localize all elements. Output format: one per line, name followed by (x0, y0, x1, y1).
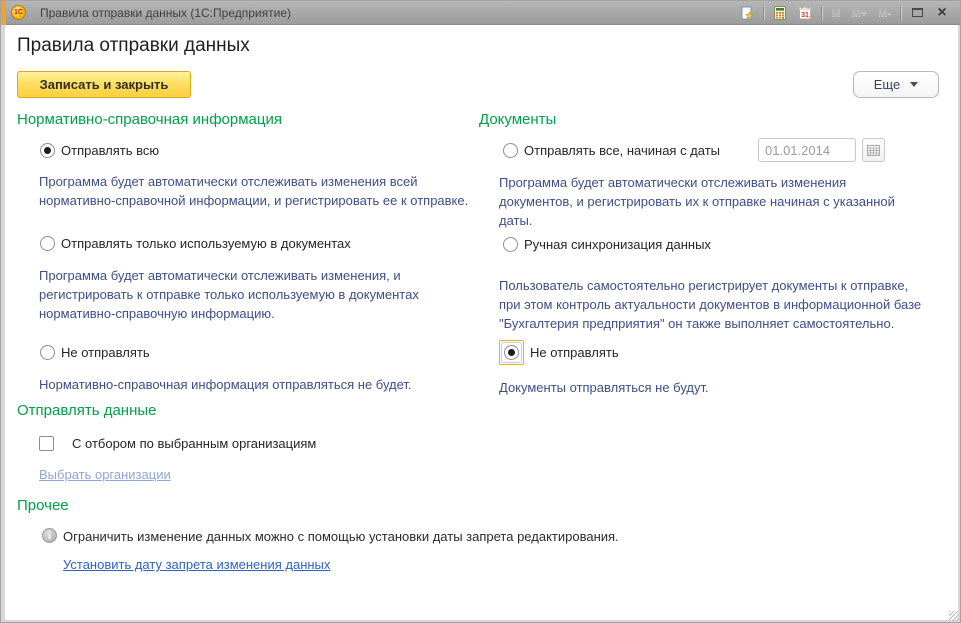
page-title: Правила отправки данных (17, 35, 250, 57)
radio-nsi-send-all[interactable]: Отправлять всю (40, 143, 159, 158)
radio-button-icon[interactable] (504, 345, 519, 360)
memory-plus-button: M+ (850, 7, 870, 19)
calendar-icon[interactable]: 31 (796, 4, 814, 22)
section-heading-other: Прочее (17, 497, 69, 514)
1c-logo-icon: 1С (11, 5, 26, 20)
title-bar: 1С Правила отправки данных (1С:Предприят… (1, 1, 960, 25)
section-heading-send-data: Отправлять данные (17, 402, 156, 419)
window-title: Правила отправки данных (1С:Предприятие) (40, 6, 291, 20)
titlebar-separator (821, 6, 822, 20)
restriction-info-text: Ограничить изменение данных можно с помо… (63, 529, 619, 544)
checkbox-label: С отбором по выбранным организациям (72, 436, 316, 451)
close-icon: × (937, 5, 946, 21)
radio-label: Отправлять все, начиная с даты (524, 143, 720, 158)
titlebar-separator (763, 6, 764, 20)
description-line: Программа будет автоматически отслеживат… (39, 266, 419, 285)
description-line: нормативно-справочную информацию. (39, 304, 419, 323)
select-organizations-link[interactable]: Выбрать организации (39, 467, 171, 482)
description-line: при этом контроль актуальности документо… (499, 295, 921, 314)
description-line: Нормативно-справочная информация отправл… (39, 375, 412, 394)
titlebar-controls: 31 M M+ M- × (738, 4, 960, 22)
description-line: даты. (499, 211, 895, 230)
resize-grip[interactable] (949, 611, 959, 621)
save-and-close-button[interactable]: Записать и закрыть (17, 71, 191, 98)
radio-button-icon[interactable] (40, 236, 55, 251)
radio-label: Отправлять всю (61, 143, 159, 158)
svg-text:31: 31 (802, 12, 810, 19)
radio-docs-do-not-send[interactable]: Не отправлять (499, 340, 619, 365)
favorites-icon[interactable] (738, 4, 756, 22)
description-docs-send-from-date: Программа будет автоматически отслеживат… (499, 173, 895, 230)
section-heading-reference-data: Нормативно-справочная информация (17, 111, 282, 128)
radio-button-icon[interactable] (40, 345, 55, 360)
radio-label: Отправлять только используемую в докумен… (61, 236, 351, 251)
description-nsi-do-not-send: Нормативно-справочная информация отправл… (39, 375, 412, 394)
focus-ring (499, 340, 524, 365)
description-line: Документы отправляться не будут. (499, 378, 709, 397)
description-line: Программа будет автоматически отслеживат… (499, 173, 895, 192)
radio-nsi-do-not-send[interactable]: Не отправлять (40, 345, 150, 360)
chevron-down-icon (910, 82, 918, 87)
date-picker-button[interactable] (862, 138, 885, 162)
memory-recall-button: M (829, 7, 842, 19)
logo-text: 1С (14, 9, 23, 16)
radio-nsi-send-used-only[interactable]: Отправлять только используемую в докумен… (40, 236, 351, 251)
start-date-input[interactable] (758, 138, 856, 162)
checkbox-icon[interactable] (39, 436, 54, 451)
description-line: "Бухгалтерия предприятия" он также выпол… (499, 314, 921, 333)
radio-button-icon[interactable] (503, 143, 518, 158)
maximize-button[interactable] (908, 4, 926, 22)
accent-strip (1, 1, 6, 25)
description-nsi-send-all: Программа будет автоматически отслеживат… (39, 172, 468, 210)
calendar-grid-icon (867, 145, 880, 156)
radio-button-icon[interactable] (40, 143, 55, 158)
description-nsi-send-used-only: Программа будет автоматически отслеживат… (39, 266, 419, 323)
set-restriction-date-link[interactable]: Установить дату запрета изменения данных (63, 557, 330, 572)
close-button[interactable]: × (933, 4, 951, 22)
app-window: 1С Правила отправки данных (1С:Предприят… (0, 0, 961, 623)
description-line: нормативно-справочной информации, и реги… (39, 191, 468, 210)
radio-docs-send-all-from-date[interactable]: Отправлять все, начиная с даты (503, 143, 720, 158)
radio-label: Не отправлять (61, 345, 150, 360)
radio-label: Не отправлять (530, 345, 619, 360)
titlebar-separator (900, 6, 901, 20)
info-icon: i (42, 528, 57, 543)
radio-button-icon[interactable] (503, 237, 518, 252)
description-docs-manual-sync: Пользователь самостоятельно регистрирует… (499, 276, 921, 333)
radio-label: Ручная синхронизация данных (524, 237, 711, 252)
maximize-icon (912, 8, 923, 17)
memory-minus-button: M- (876, 7, 893, 19)
focus-ring-inner (501, 342, 522, 363)
more-button-label: Еще (874, 77, 900, 92)
description-line: регистрировать к отправке только использ… (39, 285, 419, 304)
description-line: Программа будет автоматически отслеживат… (39, 172, 468, 191)
section-heading-documents: Документы (479, 111, 556, 128)
radio-docs-manual-sync[interactable]: Ручная синхронизация данных (503, 237, 711, 252)
form-content: Правила отправки данных Записать и закры… (5, 25, 958, 620)
calculator-icon[interactable] (771, 4, 789, 22)
more-button[interactable]: Еще (853, 71, 939, 98)
description-line: Пользователь самостоятельно регистрирует… (499, 276, 921, 295)
description-line: документов, и регистрировать их к отправ… (499, 192, 895, 211)
checkbox-filter-by-organizations[interactable]: С отбором по выбранным организациям (39, 436, 316, 451)
description-docs-do-not-send: Документы отправляться не будут. (499, 378, 709, 397)
